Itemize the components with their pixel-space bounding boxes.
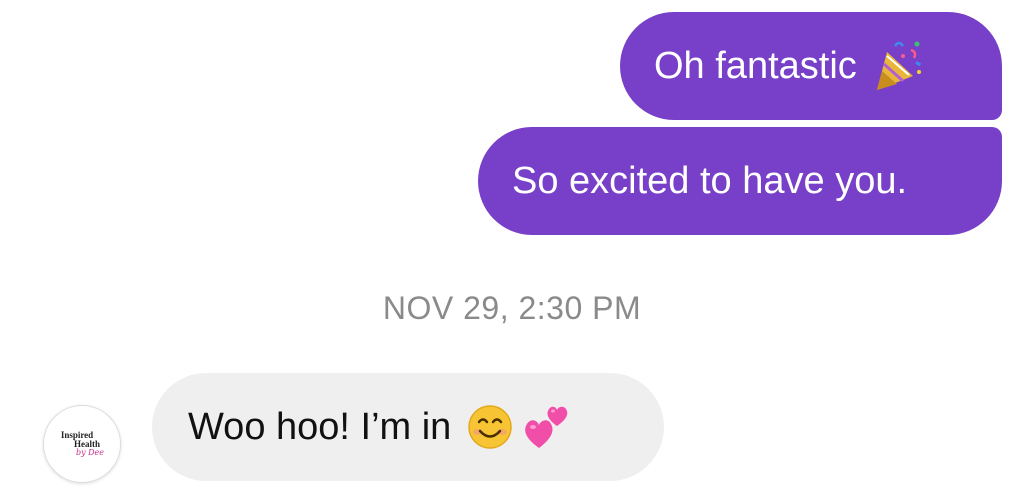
message-text: Oh fantastic [654, 45, 857, 87]
message-text: So excited to have you. [512, 160, 908, 202]
sent-message-bubble[interactable]: So excited to have you. [478, 127, 1002, 235]
message-text: Woo hoo! I’m in [188, 406, 452, 448]
party-popper-icon [873, 40, 923, 92]
smiling-face-icon [467, 404, 513, 450]
two-hearts-icon [523, 402, 571, 452]
sent-message-bubble[interactable]: Oh fantastic [620, 12, 1002, 120]
chat-thread: Oh fantastic So excited to have you. NOV… [0, 0, 1024, 500]
received-message-bubble[interactable]: Woo hoo! I’m in [152, 373, 664, 481]
avatar-logo-line: by Dee [75, 448, 105, 457]
avatar[interactable]: Inspired Health by Dee [43, 405, 121, 483]
message-timestamp: NOV 29, 2:30 PM [382, 290, 642, 326]
